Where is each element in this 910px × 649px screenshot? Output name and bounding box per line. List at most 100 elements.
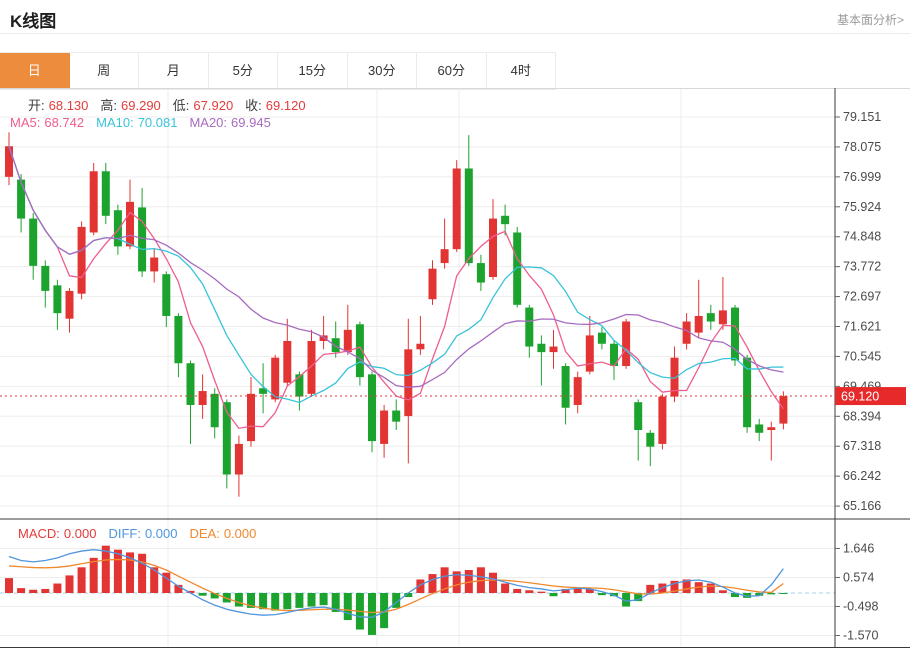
fundamental-analysis-link[interactable]: 基本面分析> [837, 11, 904, 28]
candle-body [114, 210, 122, 246]
macd-bar [66, 575, 74, 593]
candle-body [513, 232, 521, 304]
axis-label: 73.772 [843, 260, 881, 274]
legend-value: 69.945 [231, 115, 271, 130]
macd-bar [501, 584, 509, 593]
axis-label: 1.646 [843, 541, 874, 555]
macd-bar [29, 590, 37, 593]
macd-bar [429, 574, 437, 593]
axis-label: 74.848 [843, 230, 881, 244]
tab-60分[interactable]: 60分 [417, 53, 487, 89]
macd-bar [283, 593, 291, 609]
macd-bar [78, 567, 86, 593]
axis-label: 0.574 [843, 570, 874, 584]
candle-body [78, 227, 86, 294]
macd-bar [271, 593, 279, 611]
macd-bar [259, 593, 267, 609]
candle-body [429, 269, 437, 300]
macd-bar [199, 593, 207, 596]
legend-label: MA5: [10, 115, 40, 130]
tab-15分[interactable]: 15分 [278, 53, 348, 89]
legend-label: MA10: [96, 115, 134, 130]
axis-label: 66.242 [843, 469, 881, 483]
candle-body [731, 308, 739, 361]
candle-body [489, 219, 497, 277]
axis-label: -1.570 [843, 628, 878, 642]
candle-body [525, 308, 533, 347]
candle-body [562, 366, 570, 408]
tab-5分[interactable]: 5分 [209, 53, 279, 89]
candle-body [235, 444, 243, 475]
candle-body [767, 427, 775, 430]
candle-body [622, 322, 630, 367]
candle-body [574, 377, 582, 405]
legend-value: 69.290 [121, 98, 161, 113]
legend-value: 0.000 [64, 526, 97, 541]
legend-value: 70.081 [138, 115, 178, 130]
legend-label: MACD: [18, 526, 60, 541]
candle-body [695, 316, 703, 333]
candle-body [719, 310, 727, 324]
macd-bar [525, 590, 533, 593]
axis-label: -0.498 [843, 599, 878, 613]
legend-label: MA20: [189, 115, 227, 130]
candle-body [66, 291, 74, 319]
legend-value: 69.120 [266, 98, 306, 113]
candle-body [199, 391, 207, 405]
axis-label: 70.545 [843, 349, 881, 363]
macd-bar [489, 573, 497, 593]
candle-body [501, 216, 509, 224]
macd-bar [537, 592, 545, 593]
candle-body [247, 394, 255, 441]
ohlc-row: 开:68.130高:69.290低:67.920收:69.120 [28, 95, 318, 114]
tab-周[interactable]: 周 [70, 53, 140, 89]
candle-body [162, 274, 170, 316]
macd-legend-row: MACD:0.000DIFF:0.000DEA:0.000 [18, 526, 268, 541]
macd-bar [598, 593, 606, 595]
candle-body [29, 219, 37, 266]
tab-4时[interactable]: 4时 [487, 53, 557, 89]
macd-bar [53, 584, 61, 593]
axis-label: 78.075 [843, 140, 881, 154]
candle-body [755, 424, 763, 432]
axis-label: 71.621 [843, 320, 881, 334]
candle-body [416, 344, 424, 350]
axis-label: 75.924 [843, 200, 881, 214]
tab-日[interactable]: 日 [0, 53, 70, 89]
macd-bar [41, 589, 49, 593]
candle-body [102, 171, 110, 216]
candle-body [283, 341, 291, 383]
kline-chart-svg[interactable]: 79.15178.07576.99975.92474.84873.77272.6… [0, 88, 910, 649]
candle-body [41, 266, 49, 291]
candle-body [90, 171, 98, 232]
candle-body [465, 168, 473, 263]
interval-tabbar: 日周月5分15分30分60分4时 [0, 52, 556, 90]
page-title: K线图 [10, 7, 56, 32]
tab-30分[interactable]: 30分 [348, 53, 418, 89]
candle-body [344, 330, 352, 352]
axis-label: 76.999 [843, 170, 881, 184]
macd-bar [368, 593, 376, 635]
candle-body [646, 433, 654, 447]
macd-bar [295, 593, 303, 608]
axis-label: 68.394 [843, 409, 881, 423]
candle-body [5, 146, 13, 177]
axis-label: 72.697 [843, 290, 881, 304]
candle-body [779, 396, 787, 424]
macd-bar [513, 589, 521, 593]
candle-body [380, 411, 388, 444]
candle-body [658, 397, 666, 444]
candle-body [271, 358, 279, 400]
macd-bar [320, 593, 328, 605]
macd-bar [90, 558, 98, 593]
legend-label: 高: [100, 98, 117, 113]
candle-body [404, 349, 412, 416]
macd-bar [550, 593, 558, 596]
tab-月[interactable]: 月 [139, 53, 209, 89]
macd-bar [707, 584, 715, 593]
kline-widget: { "header": { "title": "K线图", "link_labe… [0, 0, 910, 649]
candle-body [150, 258, 158, 272]
title-divider [0, 33, 910, 34]
candle-body [441, 249, 449, 263]
candle-body [17, 180, 25, 219]
